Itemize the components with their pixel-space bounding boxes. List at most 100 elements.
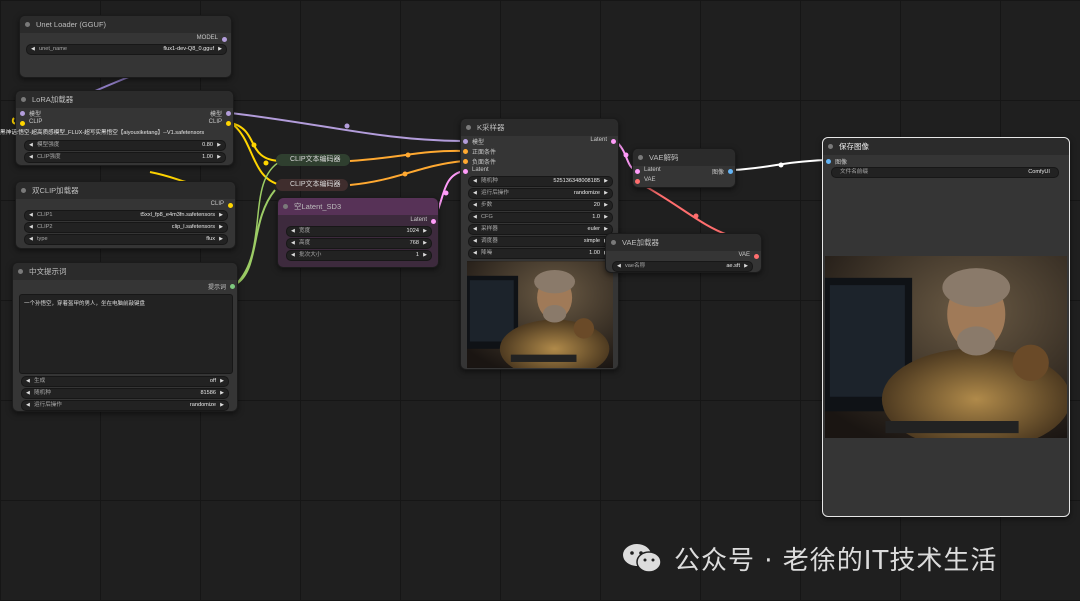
unet-name-widget[interactable]: ◀ unet_name flux1-dev-Q8_0.gguf ▶ — [26, 44, 227, 55]
node-title[interactable]: VAE解码 — [633, 149, 735, 166]
arrow-left-icon[interactable]: ◀ — [26, 389, 30, 398]
node-title[interactable]: LoRA加载器 — [16, 91, 233, 108]
arrow-left-icon[interactable]: ◀ — [473, 201, 477, 210]
width-widget[interactable]: ◀ 宽度 1024 ▶ — [286, 226, 432, 237]
arrow-right-icon[interactable]: ▶ — [218, 45, 222, 54]
arrow-right-icon[interactable]: ▶ — [217, 153, 221, 162]
clip-slot-dot[interactable] — [228, 203, 233, 208]
lora-loader-node[interactable]: LoRA加载器 模型 CLIP 模型 CLIP 黑神话:悟空-超高质感模型_FL… — [0, 90, 234, 166]
dual-clip-loader-node[interactable]: 双CLIP加载器 CLIP ◀ CLIP1 t5xxl_fp8_e4m3fn.s… — [15, 181, 236, 249]
arrow-left-icon[interactable]: ◀ — [29, 211, 33, 220]
seed-widget[interactable]: ◀ 随机种 81586 ▶ — [21, 388, 229, 399]
clip-text-encode-positive-node[interactable]: CLIP文本编码器 — [276, 154, 350, 166]
output-model[interactable]: MODEL — [197, 35, 227, 42]
arrow-right-icon[interactable]: ▶ — [423, 251, 427, 260]
image-slot-dot[interactable] — [826, 159, 831, 164]
batch-size-widget[interactable]: ◀ 批次大小 1 ▶ — [286, 250, 432, 261]
arrow-right-icon[interactable]: ▶ — [744, 262, 748, 271]
output-clip[interactable]: CLIP — [211, 201, 233, 208]
output-clip[interactable]: CLIP — [209, 119, 231, 126]
input-vae[interactable]: VAE — [635, 177, 656, 184]
string-slot-dot[interactable] — [230, 284, 235, 289]
input-positive[interactable]: 正面条件 — [463, 147, 496, 156]
input-latent[interactable]: Latent — [463, 167, 489, 174]
model-slot-dot[interactable] — [222, 37, 227, 42]
output-vae[interactable]: VAE — [738, 252, 759, 259]
height-widget[interactable]: ◀ 高度 768 ▶ — [286, 238, 432, 249]
vae-decode-node[interactable]: VAE解码 Latent VAE 图像 — [632, 148, 736, 188]
arrow-left-icon[interactable]: ◀ — [473, 225, 477, 234]
vae-name-widget[interactable]: ◀ vae名称 ae.sft ▶ — [612, 261, 753, 272]
arrow-left-icon[interactable]: ◀ — [26, 401, 30, 410]
arrow-left-icon[interactable]: ◀ — [473, 213, 477, 222]
node-title[interactable]: 保存图像 — [823, 138, 1069, 155]
cfg-widget[interactable]: ◀ CFG 1.0 ▶ — [468, 212, 613, 223]
vae-slot-dot[interactable] — [754, 254, 759, 259]
arrow-left-icon[interactable]: ◀ — [291, 239, 295, 248]
prompt-textarea[interactable]: 一个孙悟空，穿着盔甲的男人，坐在电脑前敲键盘 — [19, 294, 233, 374]
control-after-generate-widget[interactable]: ◀ 运行后操作 randomize ▶ — [468, 188, 613, 199]
latent-slot-dot[interactable] — [463, 169, 468, 174]
steps-widget[interactable]: ◀ 步数 20 ▶ — [468, 200, 613, 211]
clip-strength-widget[interactable]: ◀ CLIP强度 1.00 ▶ — [24, 152, 226, 163]
arrow-right-icon[interactable]: ▶ — [217, 141, 221, 150]
generate-widget[interactable]: ◀ 生成 off ▶ — [21, 376, 229, 387]
filename-prefix-widget[interactable]: 文件名前缀 ComfyUI — [831, 167, 1059, 178]
type-widget[interactable]: ◀ type flux ▶ — [24, 234, 228, 245]
ksampler-node[interactable]: K采样器 模型 正面条件 负面条件 Latent Latent ◀ 随机种 52… — [460, 118, 619, 370]
latent-slot-dot[interactable] — [635, 169, 640, 174]
clip2-widget[interactable]: ◀ CLIP2 clip_l.safetensors ▶ — [24, 222, 228, 233]
latent-slot-dot[interactable] — [431, 219, 436, 224]
input-negative[interactable]: 负面条件 — [463, 157, 496, 166]
arrow-left-icon[interactable]: ◀ — [473, 177, 477, 186]
input-clip[interactable]: CLIP — [20, 119, 42, 126]
image-slot-dot[interactable] — [728, 169, 733, 174]
node-title[interactable]: 中文提示词 — [13, 263, 237, 280]
arrow-right-icon[interactable]: ▶ — [604, 177, 608, 186]
arrow-left-icon[interactable]: ◀ — [29, 153, 33, 162]
arrow-left-icon[interactable]: ◀ — [291, 227, 295, 236]
arrow-left-icon[interactable]: ◀ — [291, 251, 295, 260]
output-latent[interactable]: Latent — [590, 137, 616, 144]
output-model[interactable]: 模型 — [210, 109, 231, 118]
vae-loader-node[interactable]: VAE加载器 VAE ◀ vae名称 ae.sft ▶ — [605, 233, 762, 273]
model-slot-dot[interactable] — [226, 111, 231, 116]
model-strength-widget[interactable]: ◀ 模型强度 0.80 ▶ — [24, 140, 226, 151]
arrow-left-icon[interactable]: ◀ — [29, 235, 33, 244]
empty-latent-sd3-node[interactable]: 空Latent_SD3 Latent ◀ 宽度 1024 ▶ ◀ 高度 768 … — [277, 197, 439, 268]
unet-loader-node[interactable]: Unet Loader (GGUF) MODEL ◀ unet_name flu… — [19, 15, 232, 78]
arrow-left-icon[interactable]: ◀ — [473, 237, 477, 246]
node-title[interactable]: 空Latent_SD3 — [278, 198, 438, 215]
arrow-right-icon[interactable]: ▶ — [220, 401, 224, 410]
input-image[interactable]: 图像 — [826, 157, 847, 166]
arrow-right-icon[interactable]: ▶ — [220, 377, 224, 386]
arrow-right-icon[interactable]: ▶ — [423, 227, 427, 236]
model-slot-dot[interactable] — [20, 111, 25, 116]
arrow-left-icon[interactable]: ◀ — [31, 45, 35, 54]
arrow-right-icon[interactable]: ▶ — [220, 389, 224, 398]
output-prompt[interactable]: 提示词 — [208, 282, 235, 291]
arrow-right-icon[interactable]: ▶ — [604, 201, 608, 210]
conditioning-slot-dot[interactable] — [463, 149, 468, 154]
arrow-left-icon[interactable]: ◀ — [617, 262, 621, 271]
sampler-widget[interactable]: ◀ 采样器 euler ▶ — [468, 224, 613, 235]
clip-text-encode-negative-node[interactable]: CLIP文本编码器 — [276, 179, 348, 191]
denoise-widget[interactable]: ◀ 降噪 1.00 ▶ — [468, 248, 613, 259]
chinese-prompt-node[interactable]: 中文提示词 提示词 一个孙悟空，穿着盔甲的男人，坐在电脑前敲键盘 ◀ 生成 of… — [12, 262, 238, 412]
node-title[interactable]: VAE加载器 — [606, 234, 761, 251]
arrow-left-icon[interactable]: ◀ — [473, 249, 477, 258]
output-latent[interactable]: Latent — [410, 217, 436, 224]
node-title[interactable]: Unet Loader (GGUF) — [20, 16, 231, 33]
latent-slot-dot[interactable] — [611, 139, 616, 144]
conditioning-slot-dot[interactable] — [463, 159, 468, 164]
scheduler-widget[interactable]: ◀ 调度器 simple ▶ — [468, 236, 613, 247]
clip-slot-dot[interactable] — [226, 121, 231, 126]
input-model[interactable]: 模型 — [20, 109, 41, 118]
arrow-left-icon[interactable]: ◀ — [26, 377, 30, 386]
node-title[interactable]: K采样器 — [461, 119, 618, 136]
arrow-right-icon[interactable]: ▶ — [219, 223, 223, 232]
arrow-left-icon[interactable]: ◀ — [29, 141, 33, 150]
arrow-right-icon[interactable]: ▶ — [423, 239, 427, 248]
arrow-right-icon[interactable]: ▶ — [604, 213, 608, 222]
input-latent[interactable]: Latent — [635, 167, 661, 174]
